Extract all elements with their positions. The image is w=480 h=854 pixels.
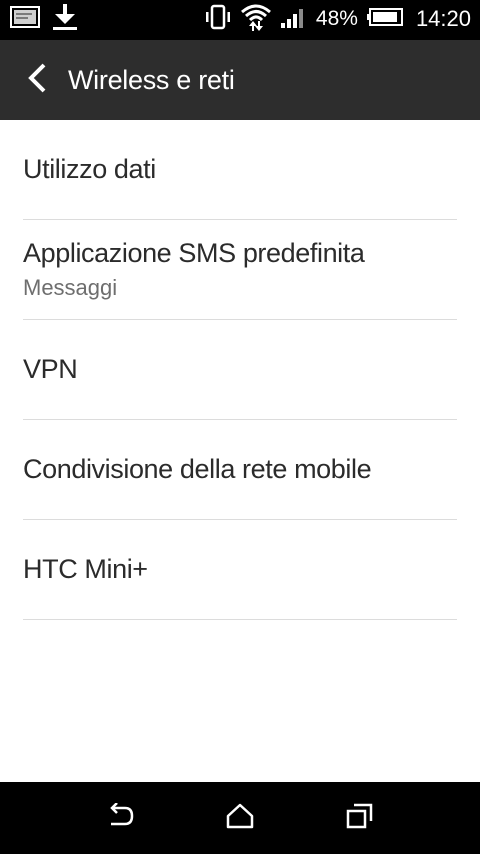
list-item-htc-mini[interactable]: HTC Mini+ <box>23 520 457 620</box>
status-bar-left <box>10 3 78 36</box>
clock: 14:20 <box>415 6 471 31</box>
screen: 48% 14:20 Wireless e reti Utilizzo dati … <box>0 0 480 854</box>
list-item-utilizzo-dati[interactable]: Utilizzo dati <box>23 120 457 220</box>
nav-home-button[interactable] <box>190 782 290 854</box>
image-notification-icon <box>10 5 40 34</box>
list-item-title: Utilizzo dati <box>23 154 156 184</box>
recent-apps-icon <box>346 803 374 834</box>
navigation-bar <box>0 782 480 854</box>
download-icon <box>52 3 78 36</box>
action-bar: Wireless e reti <box>0 40 480 120</box>
signal-icon <box>280 5 308 34</box>
list-item-title: Condivisione della rete mobile <box>23 454 372 484</box>
home-icon <box>226 803 254 834</box>
list-item-sms-app[interactable]: Applicazione SMS predefinita Messaggi <box>23 220 457 320</box>
chevron-left-icon <box>26 62 50 99</box>
page-title: Wireless e reti <box>68 64 235 95</box>
list-item-title: HTC Mini+ <box>23 554 148 584</box>
list-item-tethering[interactable]: Condivisione della rete mobile <box>23 420 457 520</box>
list-item-vpn[interactable]: VPN <box>23 320 457 420</box>
list-item-title: Applicazione SMS predefinita <box>23 238 365 268</box>
wifi-icon <box>240 2 272 37</box>
back-button[interactable] <box>8 40 68 120</box>
status-bar: 48% 14:20 <box>0 0 480 40</box>
nav-back-button[interactable] <box>70 782 170 854</box>
battery-percent: 48% <box>315 7 358 30</box>
vibrate-icon <box>204 4 232 35</box>
settings-list: Utilizzo dati Applicazione SMS predefini… <box>0 120 480 620</box>
back-icon <box>105 801 135 834</box>
battery-icon <box>366 7 404 32</box>
list-item-subtitle: Messaggi <box>23 275 118 300</box>
list-item-title: VPN <box>23 354 78 384</box>
nav-recent-apps-button[interactable] <box>310 782 410 854</box>
status-bar-right: 48% 14:20 <box>204 4 471 34</box>
